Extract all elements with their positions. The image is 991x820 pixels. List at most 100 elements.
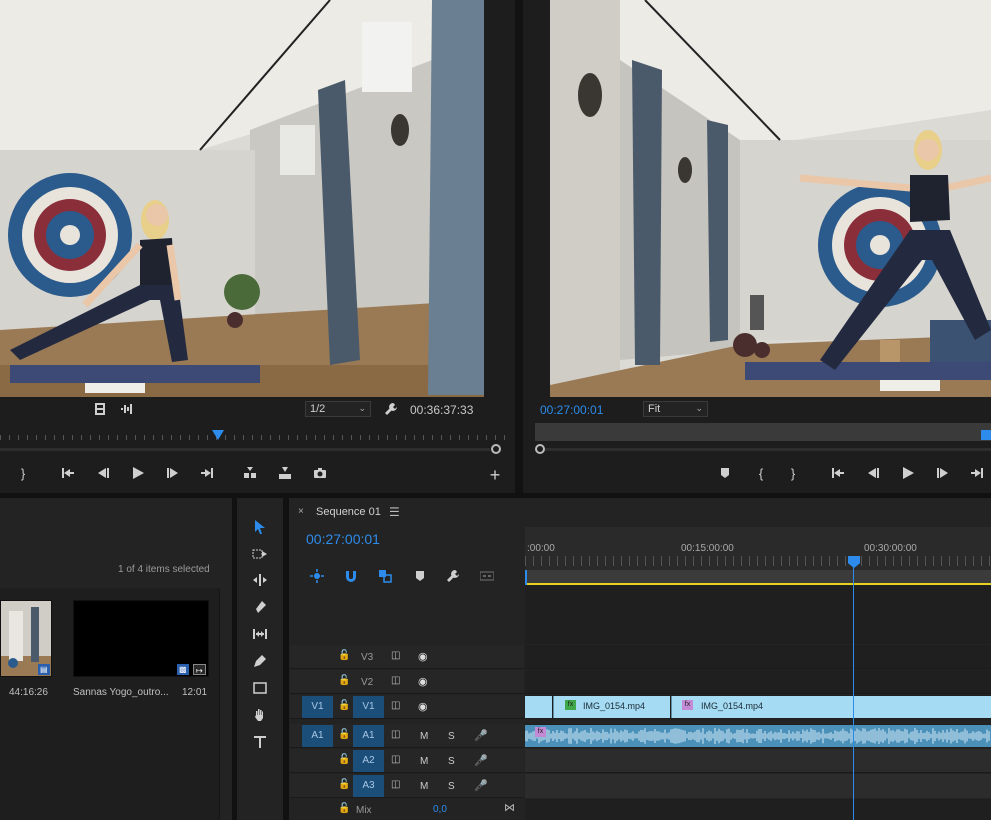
mute-button[interactable]: M — [420, 781, 428, 792]
audio-waveform-icon[interactable] — [118, 400, 136, 418]
marker-icon[interactable] — [716, 464, 734, 482]
video-clip[interactable]: fx IMG_0154.mp4 — [671, 696, 991, 718]
track-lock-icon[interactable]: 🔓 — [338, 803, 350, 814]
track-name-v2[interactable]: V2 — [361, 677, 373, 688]
add-marker-icon[interactable] — [412, 568, 428, 584]
audio-clip[interactable]: fx — [525, 725, 991, 747]
track-lock-icon[interactable]: 🔓 — [338, 729, 350, 740]
captions-icon[interactable] — [479, 568, 495, 584]
track-lock-icon[interactable]: 🔓 — [338, 675, 350, 686]
timeline-timecode[interactable]: 00:27:00:01 — [306, 531, 380, 547]
track-lane-v3[interactable] — [525, 645, 991, 669]
sync-lock-icon[interactable]: ◫ — [391, 754, 400, 765]
source-playhead[interactable] — [212, 430, 224, 440]
go-to-out-icon[interactable] — [968, 464, 986, 482]
play-icon[interactable] — [129, 464, 147, 482]
fx-badge-icon[interactable]: fx — [565, 700, 576, 710]
toggle-visibility-eye-icon[interactable]: ◉ — [418, 650, 428, 663]
step-back-icon[interactable] — [864, 464, 882, 482]
project-item-thumbnail[interactable]: ▩ ↦ — [73, 600, 209, 677]
track-lock-icon[interactable]: 🔓 — [338, 754, 350, 765]
sync-lock-icon[interactable]: ◫ — [391, 779, 400, 790]
track-header-a3[interactable] — [290, 774, 524, 798]
camera-icon[interactable] — [311, 464, 329, 482]
monitor-divider[interactable] — [515, 0, 523, 493]
source-zoom-handle[interactable] — [491, 444, 501, 454]
track-lock-icon[interactable]: 🔓 — [338, 650, 350, 661]
selection-tool-icon[interactable] — [248, 516, 272, 538]
mix-value[interactable]: 0,0 — [433, 804, 447, 815]
step-forward-icon[interactable] — [164, 464, 182, 482]
video-clip[interactable]: fx IMG_0154.mp4 — [553, 696, 670, 718]
insert-icon[interactable] — [241, 464, 259, 482]
rectangle-tool-icon[interactable] — [248, 677, 272, 699]
track-select-tool-icon[interactable] — [248, 543, 272, 565]
voiceover-mic-icon[interactable]: 🎤 — [474, 779, 488, 792]
track-header-a2[interactable] — [290, 749, 524, 773]
solo-button[interactable]: S — [448, 781, 455, 792]
track-lock-icon[interactable]: 🔓 — [338, 700, 350, 711]
linked-selection-icon[interactable] — [377, 568, 393, 584]
close-tab-icon[interactable]: × — [298, 506, 304, 517]
sync-lock-icon[interactable]: ◫ — [391, 675, 400, 686]
toggle-visibility-eye-icon[interactable]: ◉ — [418, 675, 428, 688]
source-timecode[interactable]: 00:36:37:33 — [410, 403, 473, 417]
sync-lock-icon[interactable]: ◫ — [391, 729, 400, 740]
project-item-name[interactable]: Sannas Yogo_outro... — [73, 687, 169, 698]
wrench-icon[interactable] — [382, 400, 400, 418]
hand-tool-icon[interactable] — [248, 704, 272, 726]
track-header-v2[interactable] — [290, 670, 524, 694]
track-lane-a3[interactable] — [525, 774, 991, 798]
track-target-a1[interactable]: A1 — [353, 725, 384, 747]
track-name-v3[interactable]: V3 — [361, 652, 373, 663]
snap-magnet-icon[interactable] — [343, 568, 359, 584]
source-scroll-bar[interactable] — [0, 448, 490, 451]
timeline-playhead-line[interactable] — [853, 566, 854, 820]
work-area-bar[interactable] — [525, 570, 991, 584]
track-lane-a2[interactable] — [525, 749, 991, 773]
nest-icon[interactable] — [309, 568, 325, 584]
voiceover-mic-icon[interactable]: 🎤 — [474, 754, 488, 767]
pen-tool-icon[interactable] — [248, 650, 272, 672]
mute-button[interactable]: M — [420, 731, 428, 742]
mark-out-icon[interactable]: } — [14, 464, 32, 482]
program-time-ruler[interactable] — [535, 423, 991, 441]
ripple-edit-tool-icon[interactable] — [248, 569, 272, 591]
go-to-out-icon[interactable] — [198, 464, 216, 482]
program-playhead[interactable] — [981, 430, 991, 440]
project-item-thumbnail[interactable]: ▤ — [0, 600, 52, 677]
sequence-tab[interactable]: Sequence 01 — [316, 506, 381, 518]
track-lane-v2[interactable] — [525, 670, 991, 694]
voiceover-mic-icon[interactable]: 🎤 — [474, 729, 488, 742]
play-icon[interactable] — [899, 464, 917, 482]
go-to-in-icon[interactable] — [59, 464, 77, 482]
solo-button[interactable]: S — [448, 756, 455, 767]
program-zoom-handle[interactable] — [535, 444, 545, 454]
mark-in-icon[interactable]: { — [752, 464, 770, 482]
mute-button[interactable]: M — [420, 756, 428, 767]
timeline-settings-wrench-icon[interactable] — [445, 568, 461, 584]
track-target-v1[interactable]: V1 — [353, 696, 384, 718]
program-fit-dropdown[interactable]: Fit ⌄ — [643, 401, 708, 417]
track-target-a2[interactable]: A2 — [353, 750, 384, 772]
track-lock-icon[interactable]: 🔓 — [338, 779, 350, 790]
toggle-visibility-eye-icon[interactable]: ◉ — [418, 700, 428, 713]
mark-out-icon[interactable]: } — [784, 464, 802, 482]
track-header-v3[interactable] — [290, 645, 524, 669]
video-clip[interactable] — [525, 696, 552, 718]
overwrite-icon[interactable] — [276, 464, 294, 482]
fx-badge-icon[interactable]: fx — [682, 700, 693, 710]
program-timecode[interactable]: 00:27:00:01 — [540, 403, 603, 417]
source-zoom-dropdown[interactable]: 1/2 ⌄ — [305, 401, 371, 417]
sync-lock-icon[interactable]: ◫ — [391, 650, 400, 661]
source-patch-a1[interactable]: A1 — [302, 725, 333, 747]
add-button-icon[interactable]: + — [486, 465, 504, 485]
go-to-in-icon[interactable] — [829, 464, 847, 482]
step-forward-icon[interactable] — [934, 464, 952, 482]
source-patch-v1[interactable]: V1 — [302, 696, 333, 718]
slip-tool-icon[interactable] — [248, 623, 272, 645]
program-scroll-bar[interactable] — [545, 448, 991, 451]
track-target-a3[interactable]: A3 — [353, 775, 384, 797]
mix-end-icon[interactable]: ⋈ — [504, 801, 515, 814]
type-tool-icon[interactable] — [248, 731, 272, 753]
